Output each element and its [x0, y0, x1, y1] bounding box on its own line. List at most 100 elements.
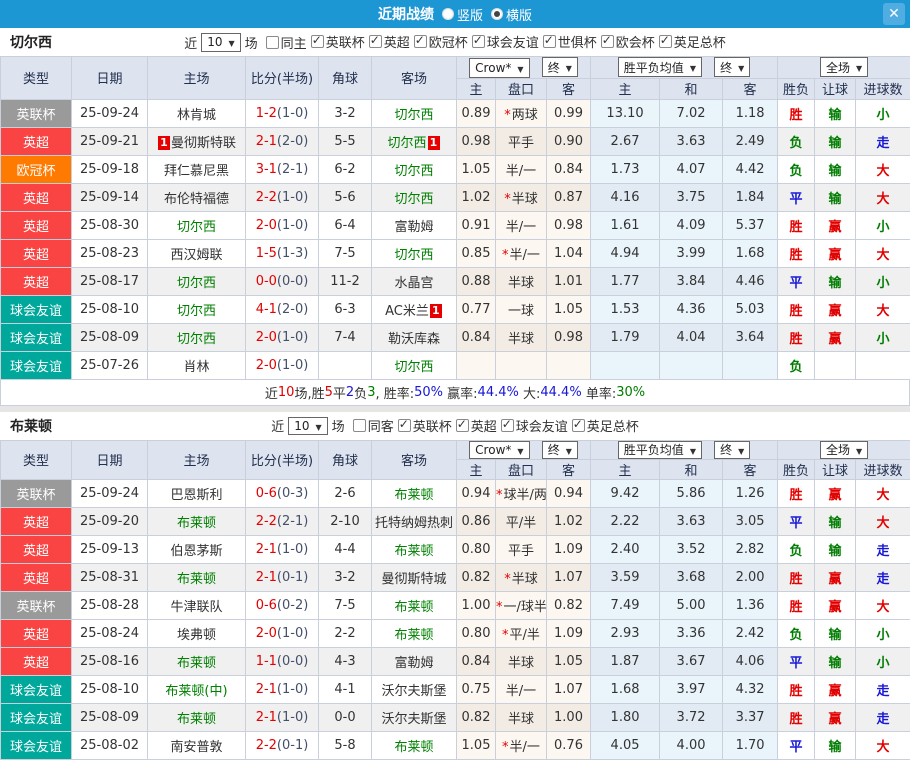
team-label: 布伦特福德 [164, 192, 229, 207]
match-date: 25-08-31 [72, 564, 148, 592]
same-venue-checkbox[interactable] [266, 36, 279, 49]
col-handicap: 让球 [815, 78, 856, 99]
scope-select[interactable]: 全场 [820, 57, 868, 77]
team-label: 沃尔夫斯堡 [381, 684, 446, 699]
halftime-score: (2-0) [277, 302, 308, 317]
close-icon: ✕ [888, 6, 900, 22]
scope-select[interactable]: 全场 [820, 441, 868, 459]
fulltime-score: 3-1 [256, 162, 277, 177]
odds-home-value: 1.05 [457, 732, 496, 760]
avg-draw-value: 3.67 [660, 648, 723, 676]
col-type: 类型 [1, 57, 72, 100]
result-flag: 平 [778, 183, 815, 211]
odds-final-select[interactable]: 终 [542, 441, 578, 459]
halftime-score: (1-0) [277, 190, 308, 205]
league-checkbox[interactable] [369, 35, 382, 48]
layout-radio-vertical[interactable]: 竖版 [442, 5, 483, 24]
league-checkbox[interactable] [572, 419, 585, 432]
result-flag: 负 [778, 127, 815, 155]
home-team-cell: 切尔西 [148, 295, 246, 323]
away-team-cell: 托特纳姆热刺 [372, 508, 457, 536]
league-checkbox[interactable] [414, 35, 427, 48]
match-row: 英超25-08-23西汉姆联1-5(1-3)7-5切尔西0.85*半/一1.04… [1, 239, 910, 267]
line-text: 半球 [512, 192, 538, 207]
avg-odds-select[interactable]: 胜平负均值 [618, 57, 702, 77]
team-label: 肖林 [183, 360, 209, 375]
dialog-title: 近期战绩 [378, 4, 434, 24]
league-checkbox-label: 英足总杯 [587, 416, 639, 435]
avg-away-value: 4.42 [723, 155, 778, 183]
odds-handicap-line: *一/球半 [496, 592, 547, 620]
match-row: 英超25-08-17切尔西0-0(0-0)11-2水晶宫0.88半球1.011.… [1, 267, 910, 295]
league-checkbox-label: 英联杯 [413, 416, 452, 435]
league-filter-item: 英联杯 [311, 32, 365, 51]
league-filter-item: 世俱杯 [543, 32, 597, 51]
corner-score: 2-6 [319, 480, 372, 508]
avg-away-value: 4.06 [723, 648, 778, 676]
league-checkbox[interactable] [601, 35, 614, 48]
match-row: 英超25-09-13伯恩茅斯2-1(1-0)4-4布莱顿0.80平手1.092.… [1, 536, 910, 564]
league-checkbox[interactable] [456, 419, 469, 432]
fulltime-score: 2-1 [256, 542, 277, 557]
bookmaker-select[interactable]: Crow* [469, 58, 529, 78]
games-count-select[interactable]: 10 [288, 417, 327, 435]
odds-away-value: 0.98 [547, 323, 591, 351]
games-count-value: 10 [294, 419, 309, 433]
avg-final-value: 终 [720, 441, 732, 458]
league-checkbox[interactable] [398, 419, 411, 432]
avg-final-select[interactable]: 终 [714, 57, 750, 77]
team-label: 曼彻斯特城 [381, 572, 446, 587]
score-cell: 4-1(2-0) [246, 295, 319, 323]
same-venue-checkbox[interactable] [353, 419, 366, 432]
star-mark: * [496, 600, 503, 615]
match-date: 25-09-21 [72, 127, 148, 155]
scope-controls-cell: 全场 [778, 57, 910, 79]
odds-home-value: 0.75 [457, 676, 496, 704]
league-checkbox-label: 球会友谊 [487, 32, 539, 51]
handicap-flag: 赢 [815, 564, 856, 592]
odds-home-value: 0.98 [457, 127, 496, 155]
team-label: 埃弗顿 [177, 628, 216, 643]
league-type-badge: 球会友谊 [1, 295, 72, 323]
line-text: 平/半 [510, 628, 540, 643]
team-label: 布莱顿 [394, 600, 433, 615]
title-group: 近期战绩 竖版 横版 [378, 4, 532, 24]
goals-flag: 小 [856, 267, 910, 295]
result-flag: 平 [778, 267, 815, 295]
avg-final-select[interactable]: 终 [714, 441, 750, 459]
line-text: 半球 [508, 332, 534, 347]
match-date: 25-08-24 [72, 620, 148, 648]
odds-handicap-line [496, 351, 547, 379]
league-checkbox[interactable] [472, 35, 485, 48]
team-label: 切尔西 [177, 304, 216, 319]
away-team-cell: 布莱顿 [372, 480, 457, 508]
league-checkbox-label: 英超 [384, 32, 410, 51]
league-checkbox[interactable] [311, 35, 324, 48]
league-checkbox-label: 世俱杯 [558, 32, 597, 51]
halftime-score: (1-0) [277, 218, 308, 233]
league-type-badge: 英联杯 [1, 480, 72, 508]
result-flag: 平 [778, 508, 815, 536]
league-checkbox[interactable] [501, 419, 514, 432]
odds-controls-cell: Crow* 终 [457, 57, 591, 79]
league-type-badge: 球会友谊 [1, 351, 72, 379]
league-type-badge: 球会友谊 [1, 732, 72, 760]
avg-odds-select[interactable]: 胜平负均值 [618, 441, 702, 459]
league-checkbox[interactable] [543, 35, 556, 48]
away-team-cell: 切尔西 [372, 155, 457, 183]
games-count-select[interactable]: 10 [201, 33, 240, 52]
handicap-flag [815, 351, 856, 379]
league-checkbox[interactable] [659, 35, 672, 48]
home-team-cell: 布伦特福德 [148, 183, 246, 211]
chevron-down-icon [517, 61, 523, 75]
close-button[interactable]: ✕ [883, 3, 905, 25]
bookmaker-select[interactable]: Crow* [469, 441, 529, 459]
avg-draw-value: 4.00 [660, 732, 723, 760]
odds-final-select[interactable]: 终 [542, 57, 578, 77]
avg-draw-value: 3.68 [660, 564, 723, 592]
same-venue-label: 同客 [368, 416, 394, 435]
layout-radio-horizontal[interactable]: 横版 [491, 5, 532, 24]
odds-handicap-line: 平手 [496, 536, 547, 564]
team-label: 切尔西 [177, 332, 216, 347]
result-flag: 胜 [778, 704, 815, 732]
